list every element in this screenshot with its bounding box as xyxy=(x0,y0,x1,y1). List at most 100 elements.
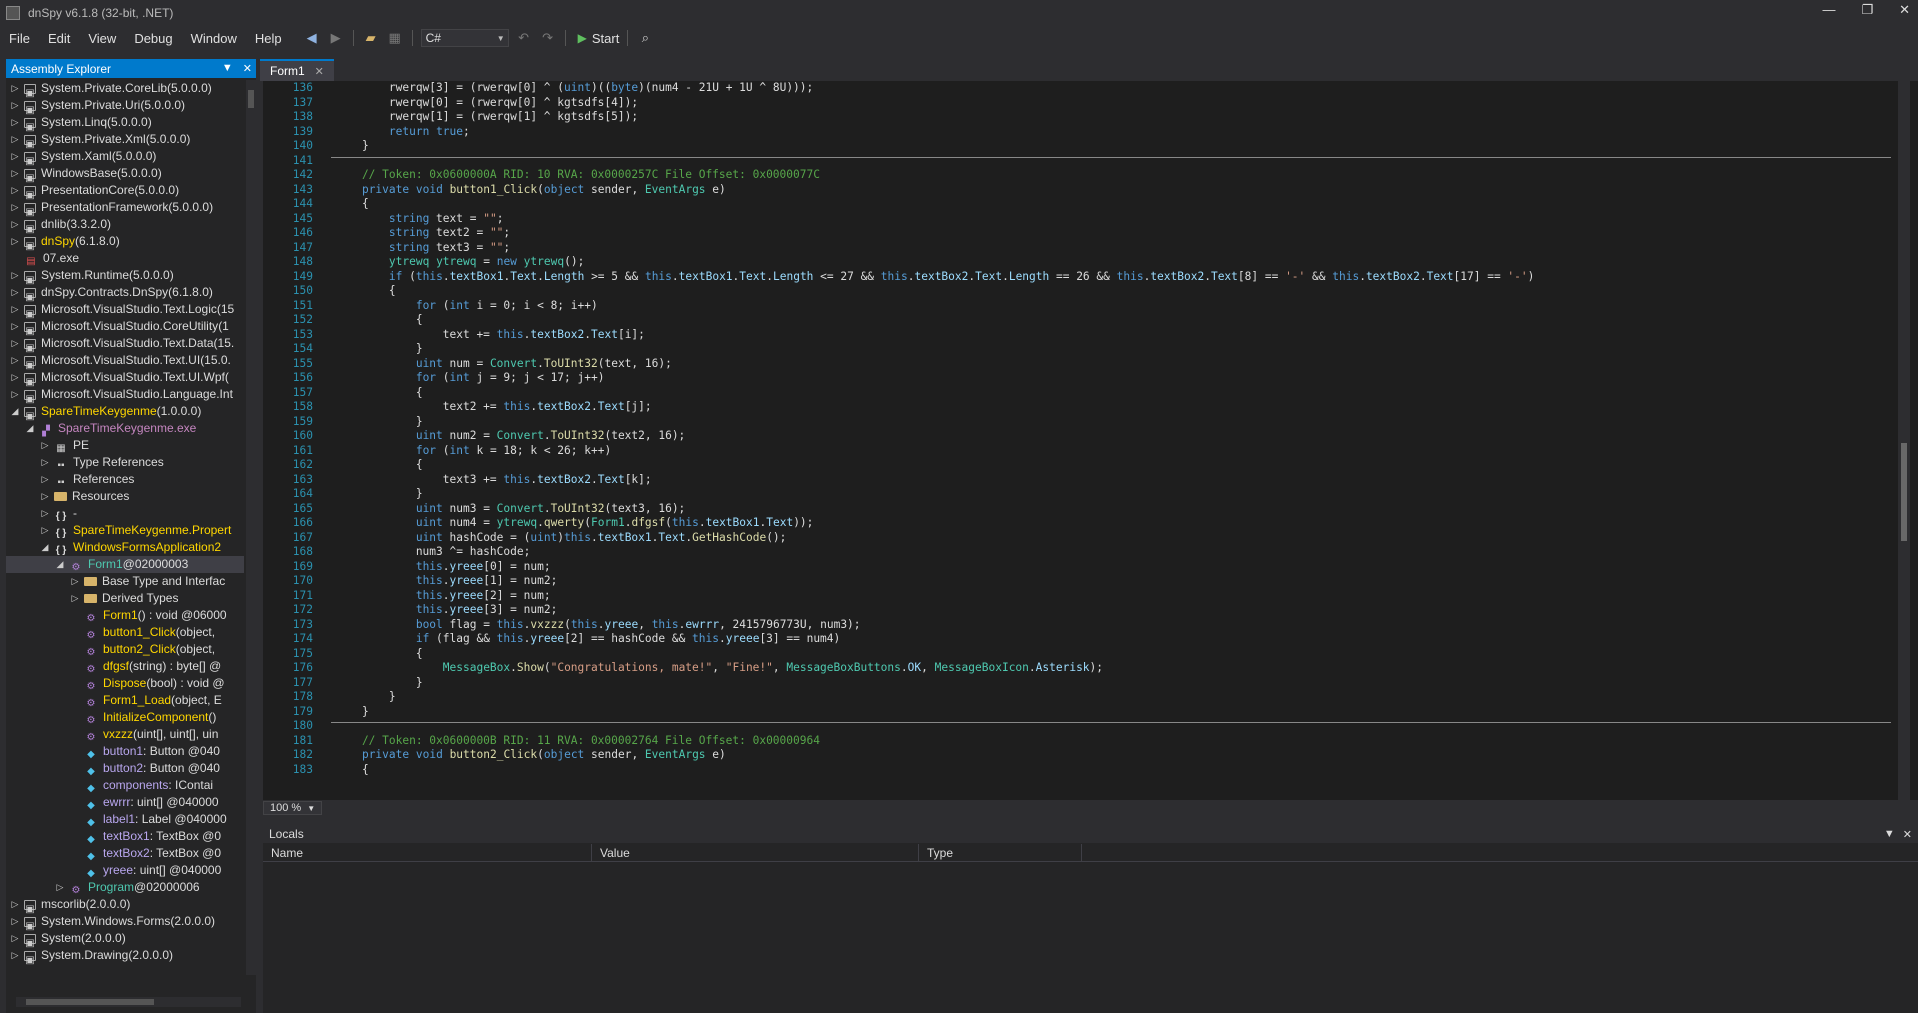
expander-icon[interactable]: ▷ xyxy=(70,590,80,607)
tree-node[interactable]: ▷ ▪▪ Type References xyxy=(6,454,244,471)
locals-list[interactable] xyxy=(263,862,1918,1013)
code-line[interactable]: 183 { xyxy=(263,763,1893,778)
tree-node[interactable]: ▷ ▣ System.Private.Uri (5.0.0.0) xyxy=(6,97,244,116)
redo-icon[interactable]: ↷ xyxy=(539,29,557,47)
expander-icon[interactable]: ▷ xyxy=(10,182,20,199)
navigate-forward-icon[interactable]: ▶ xyxy=(327,29,345,47)
code-line[interactable]: 155 uint num = Convert.ToUInt32(text, 16… xyxy=(263,357,1893,372)
code-line[interactable]: 144 { xyxy=(263,197,1893,212)
tree-node[interactable]: ▷ ▣ System.Windows.Forms (2.0.0.0) xyxy=(6,913,244,932)
tree-node[interactable]: ▷ ▣ System.Xaml (5.0.0.0) xyxy=(6,148,244,167)
code-editor[interactable]: 136 rwerqw[3] = (rwerqw[0] ^ (uint)((byt… xyxy=(263,81,1918,800)
code-line[interactable]: 178 } xyxy=(263,690,1893,705)
code-line[interactable]: 174 if (flag && this.yreee[2] == hashCod… xyxy=(263,632,1893,647)
expander-icon[interactable]: ▷ xyxy=(40,505,50,522)
code-line[interactable]: 148 ytrewq ytrewq = new ytrewq(); xyxy=(263,255,1893,270)
panel-menu-icon[interactable]: ▼ xyxy=(1884,828,1895,841)
tree-node[interactable]: ⚙ Form1() : void @06000 xyxy=(6,607,244,624)
code-line[interactable]: 165 uint num3 = Convert.ToUInt32(text3, … xyxy=(263,502,1893,517)
expander-icon[interactable]: ▷ xyxy=(40,522,50,539)
menu-window[interactable]: Window xyxy=(182,31,246,46)
code-line[interactable]: 143 private void button1_Click(object se… xyxy=(263,183,1893,198)
code-line[interactable]: 180 xyxy=(263,719,1893,734)
expander-icon[interactable]: ▷ xyxy=(55,879,65,896)
editor-vertical-scrollbar[interactable] xyxy=(1898,81,1910,800)
expander-icon[interactable]: ▷ xyxy=(10,930,20,947)
tree-node[interactable]: ◢ ▞ SpareTimeKeygenme.exe xyxy=(6,420,244,437)
menu-file[interactable]: File xyxy=(0,31,39,46)
panel-close-icon[interactable]: ✕ xyxy=(243,62,252,75)
tree-node[interactable]: ▤ 07.exe xyxy=(6,250,244,267)
tree-node[interactable]: ▷ ▣ System.Drawing (2.0.0.0) xyxy=(6,947,244,966)
expander-icon[interactable]: ▷ xyxy=(10,199,20,216)
expander-icon[interactable]: ▷ xyxy=(70,573,80,590)
code-line[interactable]: 150 { xyxy=(263,284,1893,299)
save-all-icon[interactable]: ▦ xyxy=(386,29,404,47)
tree-node[interactable]: ⚙ dfgsf (string) : byte[] @ xyxy=(6,658,244,675)
expander-icon[interactable]: ▷ xyxy=(10,301,20,318)
code-line[interactable]: 145 string text = ""; xyxy=(263,212,1893,227)
tree-node[interactable]: ◆ components : IContai xyxy=(6,777,244,794)
tree-node[interactable]: ▷ ▣ mscorlib (2.0.0.0) xyxy=(6,896,244,915)
tree-node[interactable]: ▷ Derived Types xyxy=(6,590,244,607)
code-line[interactable]: 151 for (int i = 0; i < 8; i++) xyxy=(263,299,1893,314)
search-icon[interactable]: ⌕ xyxy=(636,29,654,47)
expander-icon[interactable]: ▷ xyxy=(40,488,50,505)
expander-icon[interactable]: ▷ xyxy=(10,80,20,97)
code-line[interactable]: 137 rwerqw[0] = (rwerqw[0] ^ kgtsdfs[4])… xyxy=(263,96,1893,111)
tree-node[interactable]: ▷ ▣ System.Linq (5.0.0.0) xyxy=(6,114,244,133)
expander-icon[interactable]: ▷ xyxy=(10,216,20,233)
column-type[interactable]: Type xyxy=(919,844,1082,861)
expander-icon[interactable]: ◢ xyxy=(10,403,20,420)
code-line[interactable]: 163 text3 += this.textBox2.Text[k]; xyxy=(263,473,1893,488)
tab-form1[interactable]: Form1 ✕ xyxy=(260,59,334,81)
expander-icon[interactable]: ▷ xyxy=(10,335,20,352)
tree-node[interactable]: ⚙ InitializeComponent() xyxy=(6,709,244,726)
code-line[interactable]: 138 rwerqw[1] = (rwerqw[1] ^ kgtsdfs[5])… xyxy=(263,110,1893,125)
expander-icon[interactable]: ▷ xyxy=(10,318,20,335)
menu-debug[interactable]: Debug xyxy=(125,31,181,46)
tree-node[interactable]: ▷ ▣ Microsoft.VisualStudio.Text.Logic (15 xyxy=(6,301,244,320)
tree-node[interactable]: ▷ ▣ Microsoft.VisualStudio.CoreUtility (1 xyxy=(6,318,244,337)
panel-close-icon[interactable]: ✕ xyxy=(1903,828,1912,841)
code-line[interactable]: 156 for (int j = 9; j < 17; j++) xyxy=(263,371,1893,386)
expander-icon[interactable]: ▷ xyxy=(10,148,20,165)
menu-help[interactable]: Help xyxy=(246,31,291,46)
tree-node[interactable]: ▷ ▣ Microsoft.VisualStudio.Text.Data (15. xyxy=(6,335,244,354)
tree-node[interactable]: ▷ Resources xyxy=(6,488,244,505)
code-line[interactable]: 177 } xyxy=(263,676,1893,691)
code-line[interactable]: 157 { xyxy=(263,386,1893,401)
expander-icon[interactable]: ▷ xyxy=(10,114,20,131)
menu-edit[interactable]: Edit xyxy=(39,31,79,46)
menu-view[interactable]: View xyxy=(79,31,125,46)
tree-node[interactable]: ◆ label1 : Label @040000 xyxy=(6,811,244,828)
language-select[interactable]: C# ▼ xyxy=(420,29,509,47)
tree-node[interactable]: ◢ { } WindowsFormsApplication2 xyxy=(6,539,244,556)
expander-icon[interactable]: ▷ xyxy=(10,233,20,250)
tree-node[interactable]: ▷ ▣ System.Runtime (5.0.0.0) xyxy=(6,267,244,286)
zoom-select[interactable]: 100 % ▼ xyxy=(263,801,323,815)
expander-icon[interactable]: ◢ xyxy=(55,556,65,573)
expander-icon[interactable]: ▷ xyxy=(10,267,20,284)
column-value[interactable]: Value xyxy=(592,844,919,861)
tree-node[interactable]: ▷ ▣ Microsoft.VisualStudio.Language.Int xyxy=(6,386,244,405)
code-line[interactable]: 161 for (int k = 18; k < 26; k++) xyxy=(263,444,1893,459)
close-tab-icon[interactable]: ✕ xyxy=(315,65,324,78)
code-line[interactable]: 159 } xyxy=(263,415,1893,430)
tree-node[interactable]: ◆ yreee : uint[] @040000 xyxy=(6,862,244,879)
expander-icon[interactable]: ▷ xyxy=(40,437,50,454)
expander-icon[interactable]: ▷ xyxy=(10,352,20,369)
assembly-tree[interactable]: ▷ ▣ System.Private.CoreLib (5.0.0.0) ▷ ▣ Syst… xyxy=(6,80,244,975)
expander-icon[interactable]: ▷ xyxy=(40,454,50,471)
column-name[interactable]: Name xyxy=(263,844,592,861)
code-line[interactable]: 182 private void button2_Click(object se… xyxy=(263,748,1893,763)
expander-icon[interactable]: ◢ xyxy=(25,420,35,437)
panel-splitter[interactable] xyxy=(258,59,262,1013)
code-line[interactable]: 167 uint hashCode = (uint)this.textBox1.… xyxy=(263,531,1893,546)
tree-node[interactable]: ▷ ▣ System (2.0.0.0) xyxy=(6,930,244,949)
tree-node[interactable]: ◆ button2 : Button @040 xyxy=(6,760,244,777)
code-line[interactable]: 176 MessageBox.Show("Congratulations, ma… xyxy=(263,661,1893,676)
maximize-icon[interactable]: ❐ xyxy=(1861,2,1873,18)
minimize-icon[interactable]: — xyxy=(1822,2,1835,18)
tree-node[interactable]: ⚙ button2_Click (object, xyxy=(6,641,244,658)
